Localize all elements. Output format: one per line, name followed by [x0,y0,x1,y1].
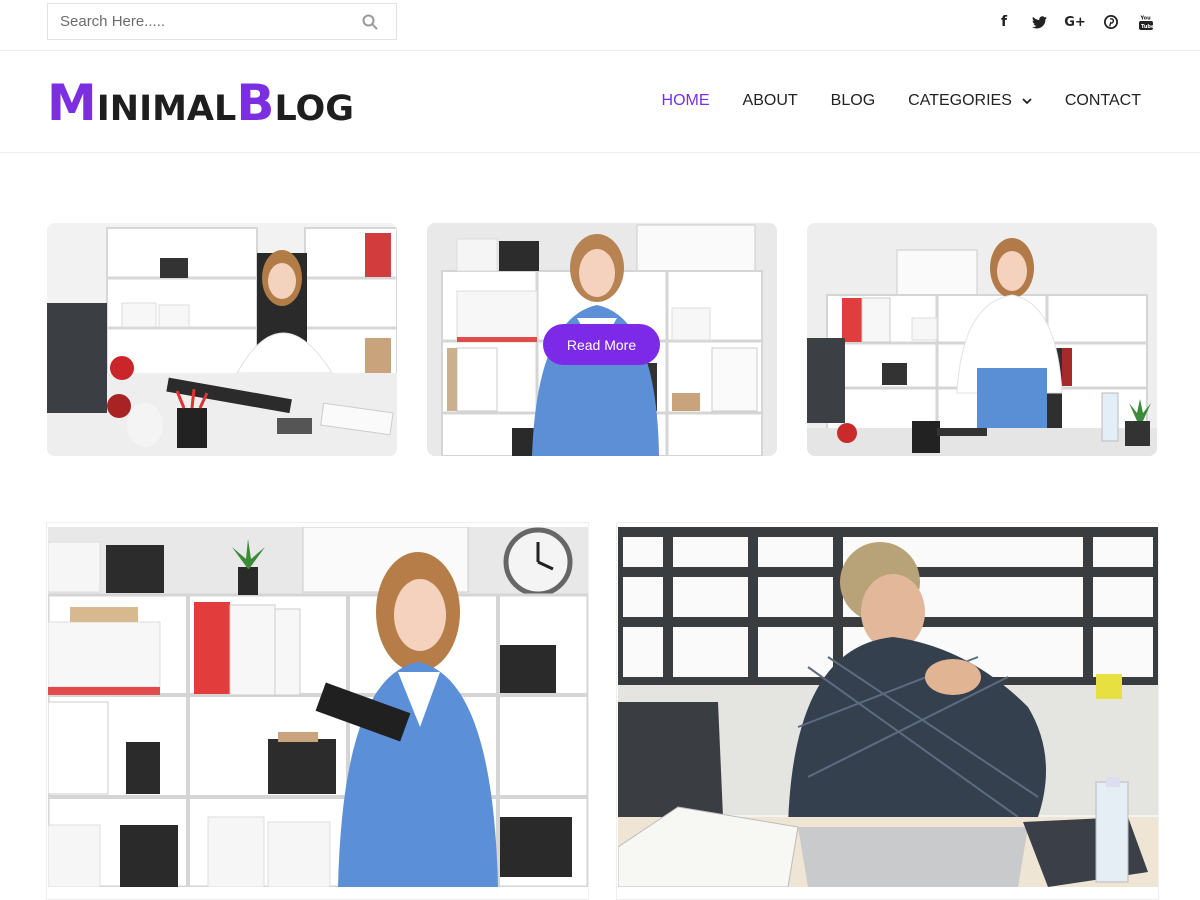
nav-categories-label: CATEGORIES [908,92,1012,109]
search-input[interactable] [48,4,358,39]
post-card-2[interactable]: Read More [427,223,777,456]
social-links: f G+ You Tube [994,12,1156,32]
site-logo[interactable]: MINIMALBLOG [47,78,354,129]
post-card-3[interactable] [807,223,1157,456]
post-image-woman-reading [48,527,588,887]
logo-letter-m: M [47,74,97,132]
read-more-button[interactable]: Read More [543,324,660,365]
post-image-woman-standing [807,223,1157,456]
top-bar: f G+ You Tube [0,0,1200,51]
logo-text-log: LOG [274,89,354,129]
chevron-down-icon [1022,98,1032,105]
main-nav: HOME ABOUT BLOG CATEGORIES CONTACT [629,92,1141,110]
nav-about[interactable]: ABOUT [743,92,798,110]
twitter-icon[interactable] [1029,12,1049,32]
search-icon[interactable] [362,14,378,30]
logo-text-inimal: INIMAL [96,89,237,129]
nav-categories[interactable]: CATEGORIES [908,92,1032,110]
post-card-5[interactable] [616,522,1159,900]
nav-contact[interactable]: CONTACT [1065,92,1141,110]
post-card-4[interactable] [46,522,589,900]
search-box [47,3,397,40]
logo-letter-b: B [236,74,275,132]
post-image-office-phone [47,223,397,456]
svg-text:Tube: Tube [1141,24,1153,30]
youtube-icon[interactable]: You Tube [1136,12,1156,32]
site-header: MINIMALBLOG HOME ABOUT BLOG CATEGORIES C… [0,52,1200,153]
post-card-1[interactable] [47,223,397,456]
post-image-man-laptop [618,527,1158,887]
pinterest-icon[interactable] [1101,12,1121,32]
nav-blog[interactable]: BLOG [831,92,875,110]
facebook-icon[interactable]: f [994,12,1014,32]
google-plus-icon[interactable]: G+ [1064,12,1086,32]
svg-text:You: You [1140,15,1152,21]
nav-home[interactable]: HOME [662,92,710,110]
